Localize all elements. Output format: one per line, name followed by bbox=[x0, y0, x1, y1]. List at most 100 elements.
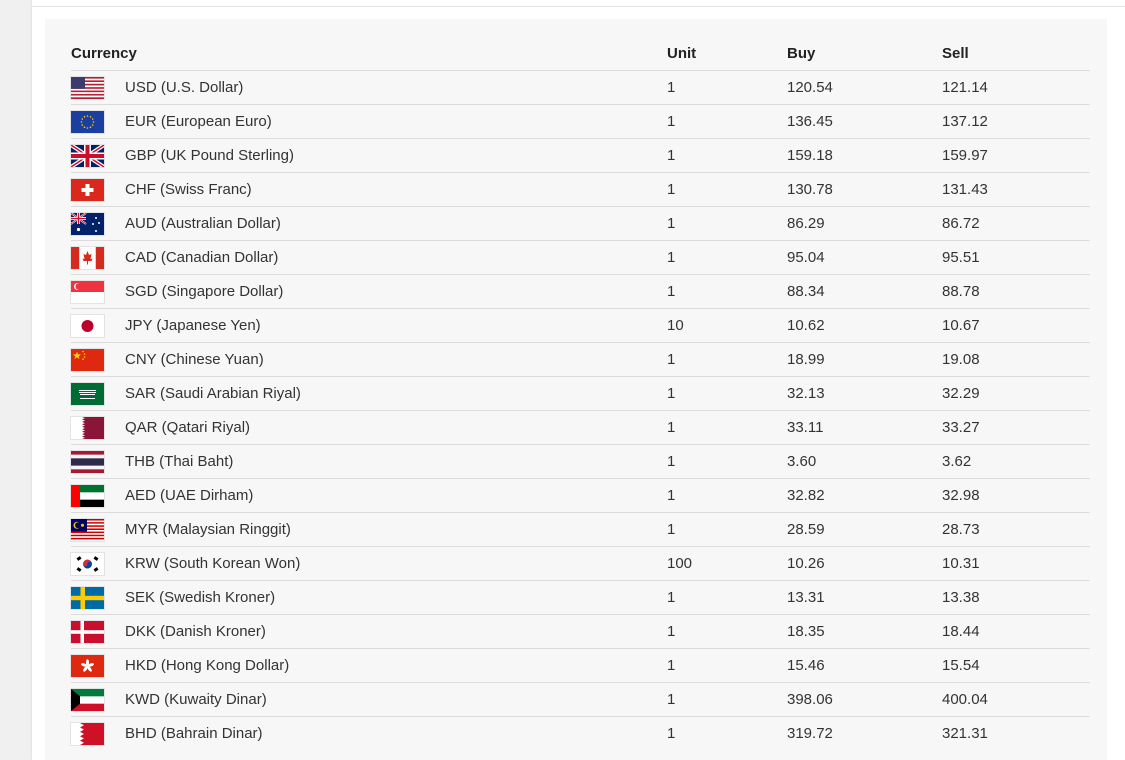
kuwait-flag-icon bbox=[71, 688, 104, 711]
sell-rate: 33.27 bbox=[942, 410, 1090, 445]
table-row: KRW (South Korean Won) 100 10.26 10.31 bbox=[71, 546, 1090, 581]
swiss-flag-icon bbox=[71, 178, 104, 201]
sell-rate: 321.31 bbox=[942, 725, 988, 742]
unit-value: 1 bbox=[667, 478, 787, 513]
table-row: USD (U.S. Dollar) 1 120.54 121.14 bbox=[71, 70, 1090, 105]
unit-value: 1 bbox=[667, 172, 787, 207]
buy-rate: 319.72 bbox=[787, 725, 833, 742]
unit-value: 1 bbox=[667, 682, 787, 717]
sell-rate: 400.04 bbox=[942, 682, 1090, 717]
buy-rate: 10.62 bbox=[787, 308, 942, 343]
flag-cell bbox=[71, 70, 125, 105]
flag-cell bbox=[71, 308, 125, 343]
flag-cell bbox=[71, 717, 125, 751]
sell-rate: 15.54 bbox=[942, 648, 1090, 683]
flag-cell bbox=[71, 648, 125, 683]
currency-name: CNY (Chinese Yuan) bbox=[125, 342, 667, 377]
table-row: CAD (Canadian Dollar) 1 95.04 95.51 bbox=[71, 240, 1090, 275]
sell-rate: 28.73 bbox=[942, 512, 1090, 547]
south-korea-flag-icon bbox=[71, 552, 104, 575]
table-body: USD (U.S. Dollar) 1 120.54 121.14 EUR (Europ… bbox=[71, 70, 1090, 751]
unit-value: 1 bbox=[667, 376, 787, 411]
currency-name: QAR (Qatari Riyal) bbox=[125, 410, 667, 445]
buy-rate: 130.78 bbox=[787, 172, 942, 207]
exchange-rate-panel: Currency Unit Buy Sell USD (U.S. Dollar)… bbox=[45, 19, 1107, 760]
canada-flag-icon bbox=[71, 246, 104, 269]
table-row: DKK (Danish Kroner) 1 18.35 18.44 bbox=[71, 614, 1090, 649]
bahrain-flag-icon bbox=[71, 722, 104, 745]
currency-name: AED (UAE Dirham) bbox=[125, 478, 667, 513]
table-row: MYR (Malaysian Ringgit) 1 28.59 28.73 bbox=[71, 512, 1090, 547]
sell-rate: 131.43 bbox=[942, 172, 1090, 207]
us-flag-icon bbox=[71, 76, 104, 99]
buy-rate: 28.59 bbox=[787, 512, 942, 547]
unit-value: 1 bbox=[667, 274, 787, 309]
currency-name: BHD (Bahrain Dinar) bbox=[125, 725, 263, 742]
table-row: BHD (Bahrain Dinar) 1 319.72 321.31 bbox=[71, 717, 1090, 751]
singapore-flag-icon bbox=[71, 280, 104, 303]
table-row: JPY (Japanese Yen) 10 10.62 10.67 bbox=[71, 308, 1090, 343]
flag-cell bbox=[71, 444, 125, 479]
unit-value: 1 bbox=[667, 206, 787, 241]
sell-rate: 10.67 bbox=[942, 308, 1090, 343]
currency-name: EUR (European Euro) bbox=[125, 104, 667, 139]
currency-name: CAD (Canadian Dollar) bbox=[125, 240, 667, 275]
table-row: SAR (Saudi Arabian Riyal) 1 32.13 32.29 bbox=[71, 376, 1090, 411]
flag-cell bbox=[71, 614, 125, 649]
currency-name: MYR (Malaysian Ringgit) bbox=[125, 512, 667, 547]
buy-rate: 18.99 bbox=[787, 342, 942, 377]
currency-name: JPY (Japanese Yen) bbox=[125, 308, 667, 343]
eu-flag-icon bbox=[71, 110, 104, 133]
flag-cell bbox=[71, 240, 125, 275]
china-flag-icon bbox=[71, 348, 104, 371]
table-row: EUR (European Euro) 1 136.45 137.12 bbox=[71, 104, 1090, 139]
uk-flag-icon bbox=[71, 144, 104, 167]
uae-flag-icon bbox=[71, 484, 104, 507]
flag-cell bbox=[71, 682, 125, 717]
australia-flag-icon bbox=[71, 212, 104, 235]
header-buy: Buy bbox=[787, 36, 942, 71]
unit-value: 100 bbox=[667, 546, 787, 581]
unit-value: 1 bbox=[667, 580, 787, 615]
header-sell: Sell bbox=[942, 36, 1090, 71]
buy-rate: 159.18 bbox=[787, 138, 942, 173]
sell-rate: 137.12 bbox=[942, 104, 1090, 139]
currency-name: USD (U.S. Dollar) bbox=[125, 70, 667, 105]
flag-cell bbox=[71, 342, 125, 377]
currency-name: CHF (Swiss Franc) bbox=[125, 172, 667, 207]
currency-name: THB (Thai Baht) bbox=[125, 444, 667, 479]
sell-rate: 88.78 bbox=[942, 274, 1090, 309]
flag-cell bbox=[71, 376, 125, 411]
buy-rate: 95.04 bbox=[787, 240, 942, 275]
qatar-flag-icon bbox=[71, 416, 104, 439]
flag-cell bbox=[71, 138, 125, 173]
table-row: THB (Thai Baht) 1 3.60 3.62 bbox=[71, 444, 1090, 479]
sweden-flag-icon bbox=[71, 586, 104, 609]
currency-name: HKD (Hong Kong Dollar) bbox=[125, 648, 667, 683]
currency-name: KRW (South Korean Won) bbox=[125, 546, 667, 581]
page-container: Currency Unit Buy Sell USD (U.S. Dollar)… bbox=[32, 0, 1125, 760]
unit-value: 1 bbox=[667, 512, 787, 547]
hong-kong-flag-icon bbox=[71, 654, 104, 677]
sell-rate: 95.51 bbox=[942, 240, 1090, 275]
saudi-flag-icon bbox=[71, 382, 104, 405]
table-row: CNY (Chinese Yuan) 1 18.99 19.08 bbox=[71, 342, 1090, 377]
currency-name: GBP (UK Pound Sterling) bbox=[125, 138, 667, 173]
top-divider bbox=[32, 6, 1125, 7]
currency-name: SEK (Swedish Kroner) bbox=[125, 580, 667, 615]
denmark-flag-icon bbox=[71, 620, 104, 643]
sell-rate: 86.72 bbox=[942, 206, 1090, 241]
buy-rate: 136.45 bbox=[787, 104, 942, 139]
table-row: HKD (Hong Kong Dollar) 1 15.46 15.54 bbox=[71, 648, 1090, 683]
buy-rate: 86.29 bbox=[787, 206, 942, 241]
sell-rate: 32.98 bbox=[942, 478, 1090, 513]
table-row: CHF (Swiss Franc) 1 130.78 131.43 bbox=[71, 172, 1090, 207]
unit-value: 1 bbox=[667, 342, 787, 377]
buy-rate: 32.13 bbox=[787, 376, 942, 411]
japan-flag-icon bbox=[71, 314, 104, 337]
table-row: SGD (Singapore Dollar) 1 88.34 88.78 bbox=[71, 274, 1090, 309]
buy-rate: 10.26 bbox=[787, 546, 942, 581]
unit-value: 1 bbox=[667, 648, 787, 683]
flag-cell bbox=[71, 410, 125, 445]
flag-cell bbox=[71, 172, 125, 207]
